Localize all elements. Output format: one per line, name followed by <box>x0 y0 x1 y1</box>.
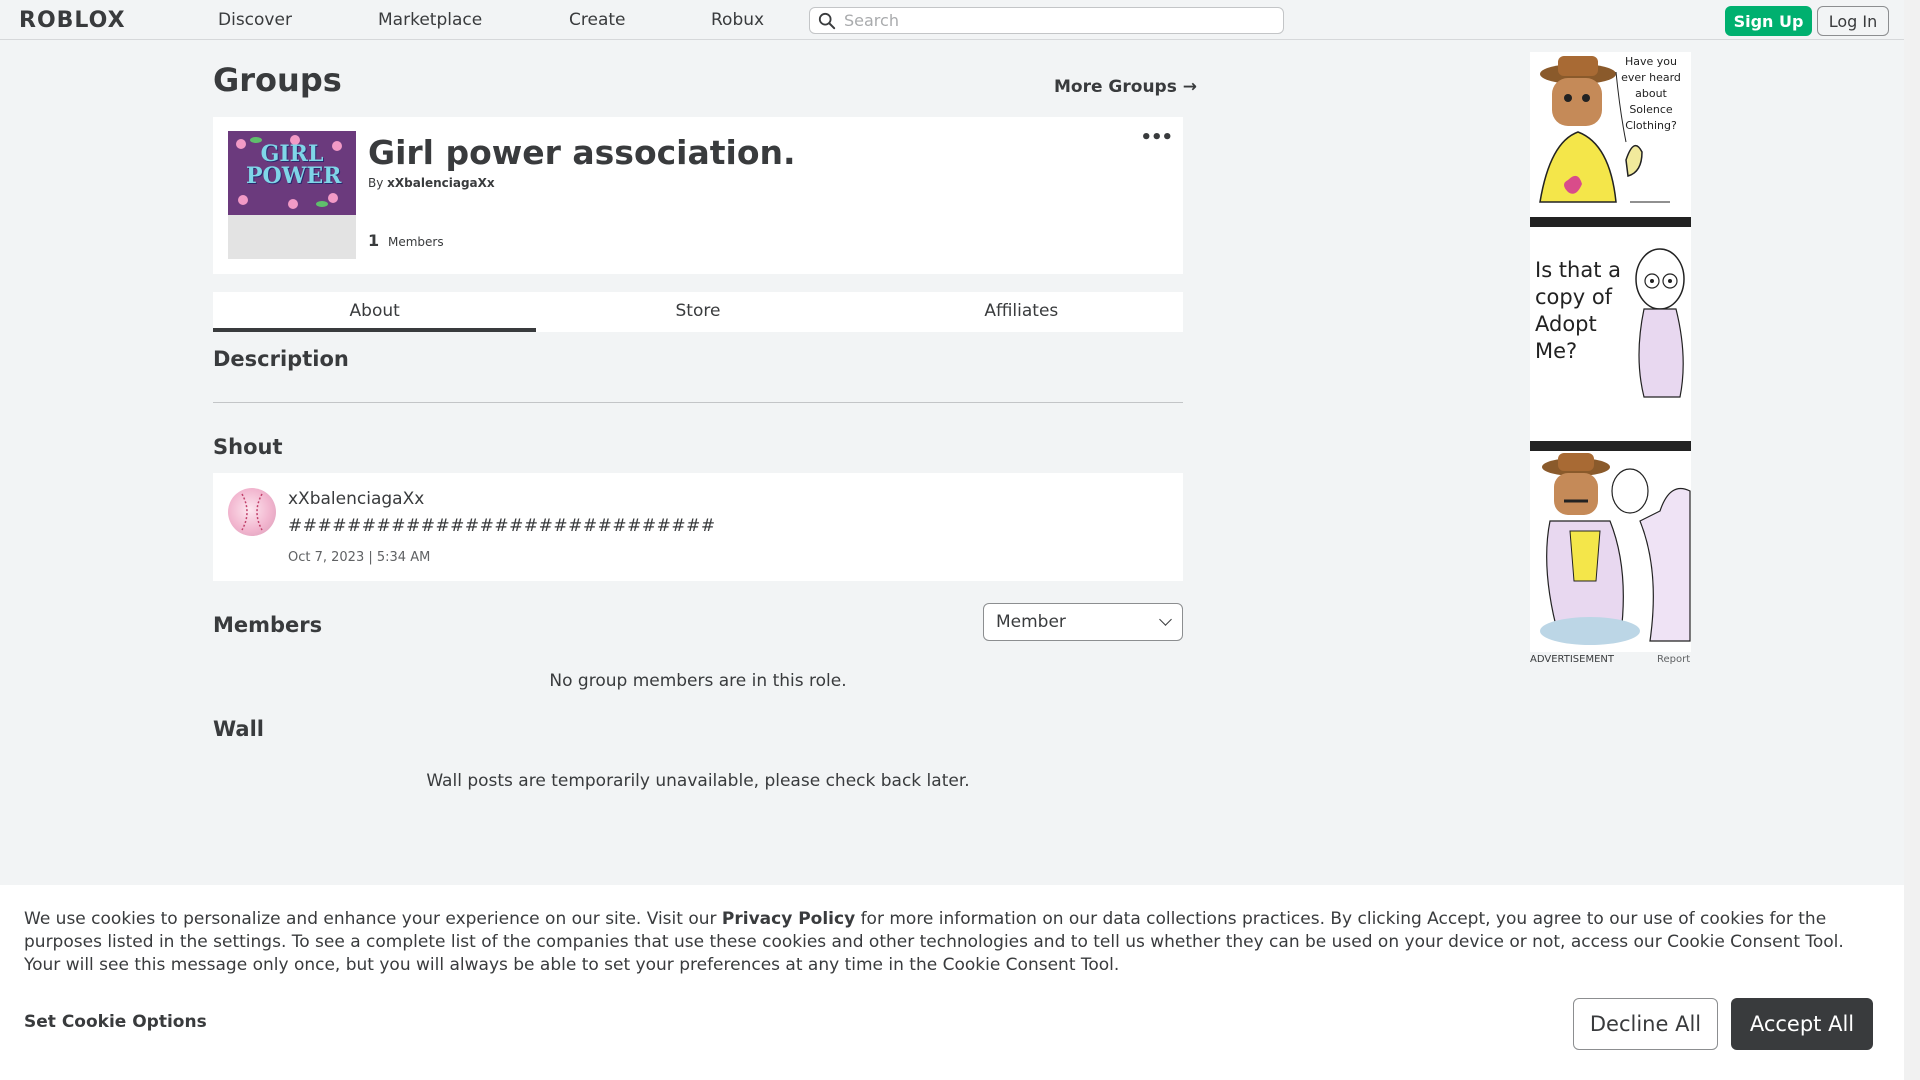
chevron-down-icon <box>1159 613 1172 626</box>
flower-decoration <box>288 199 298 209</box>
page-title: Groups <box>213 61 342 99</box>
nav-link-create[interactable]: Create <box>569 10 626 30</box>
flower-decoration <box>328 193 338 203</box>
page-scrollbar[interactable] <box>1904 0 1920 1080</box>
more-groups-link[interactable]: More Groups → <box>1054 77 1197 97</box>
baseball-icon <box>241 493 263 531</box>
group-by-prefix: By <box>368 176 384 190</box>
flower-decoration <box>238 195 248 205</box>
ad-panel-divider <box>1530 217 1691 227</box>
group-owner-link[interactable]: xXbalenciagaXx <box>387 176 494 190</box>
shout-card: xXbalenciagaXx #########################… <box>213 473 1183 581</box>
search-input[interactable] <box>844 11 1274 30</box>
accept-all-button[interactable]: Accept All <box>1731 998 1873 1050</box>
advertisement-banner[interactable]: Have you ever heard about Solence Clothi… <box>1530 52 1691 652</box>
login-button[interactable]: Log In <box>1817 6 1889 36</box>
wall-heading: Wall <box>213 717 264 741</box>
nav-link-discover[interactable]: Discover <box>218 10 292 30</box>
ad-caption-2: Is that a copy of Adopt Me? <box>1535 258 1621 363</box>
member-count-label: Members <box>387 235 444 249</box>
signup-button[interactable]: Sign Up <box>1725 6 1812 36</box>
shout-message: ############################# <box>288 516 716 536</box>
ad-cartoon-figure <box>1635 248 1685 398</box>
wall-empty-message: Wall posts are temporarily unavailable, … <box>426 771 970 791</box>
tab-affiliates[interactable]: Affiliates <box>860 292 1183 332</box>
ad-panel-divider <box>1530 441 1691 451</box>
flower-decoration <box>236 139 246 149</box>
ad-report-link[interactable]: Report <box>1657 654 1690 665</box>
group-member-count: 1 Members <box>368 231 444 250</box>
group-name: Girl power association. <box>368 133 796 172</box>
ad-caption-1: Have you ever heard about Solence Clothi… <box>1621 55 1681 132</box>
leaf-decoration <box>316 201 328 207</box>
shout-timestamp: Oct 7, 2023 | 5:34 AM <box>288 550 431 565</box>
section-divider <box>213 402 1183 403</box>
group-header-card: GIRL POWER Girl power association. By xX… <box>213 117 1183 274</box>
search-bar[interactable] <box>809 7 1284 34</box>
privacy-policy-link[interactable]: Privacy Policy <box>722 909 855 929</box>
cookie-consent-banner: We use cookies to personalize and enhanc… <box>0 885 1904 1080</box>
advertisement-label: ADVERTISEMENT <box>1530 654 1615 665</box>
group-emblem-image: GIRL POWER <box>228 131 356 215</box>
search-icon <box>818 12 836 29</box>
nav-link-robux[interactable]: Robux <box>711 10 764 30</box>
role-select-value: Member <box>996 612 1066 632</box>
tab-store[interactable]: Store <box>536 292 859 332</box>
description-heading: Description <box>213 347 349 371</box>
members-heading: Members <box>213 613 323 637</box>
group-emblem: GIRL POWER <box>228 131 356 259</box>
shout-username[interactable]: xXbalenciagaXx <box>288 489 424 509</box>
member-count-number: 1 <box>368 231 380 250</box>
shout-heading: Shout <box>213 435 283 459</box>
role-select-dropdown[interactable]: Member <box>983 603 1183 641</box>
cookie-text-before: We use cookies to personalize and enhanc… <box>24 909 722 929</box>
group-tabs: About Store Affiliates <box>213 292 1183 332</box>
more-options-icon[interactable]: ••• <box>1140 127 1173 148</box>
group-emblem-text: GIRL POWER <box>246 141 342 189</box>
decline-all-button[interactable]: Decline All <box>1573 998 1718 1050</box>
top-navigation: ROBLOX Discover Marketplace Create Robux… <box>0 0 1904 40</box>
cookie-consent-text: We use cookies to personalize and enhanc… <box>24 908 1884 977</box>
nav-link-marketplace[interactable]: Marketplace <box>378 10 482 30</box>
avatar[interactable] <box>228 488 276 536</box>
set-cookie-options-link[interactable]: Set Cookie Options <box>24 1012 207 1032</box>
tab-about[interactable]: About <box>213 292 537 332</box>
members-empty-message: No group members are in this role. <box>549 671 847 691</box>
ad-cartoon-group <box>1540 453 1691 645</box>
roblox-logo[interactable]: ROBLOX <box>19 8 126 33</box>
group-owner-line: By xXbalenciagaXx <box>368 176 495 190</box>
